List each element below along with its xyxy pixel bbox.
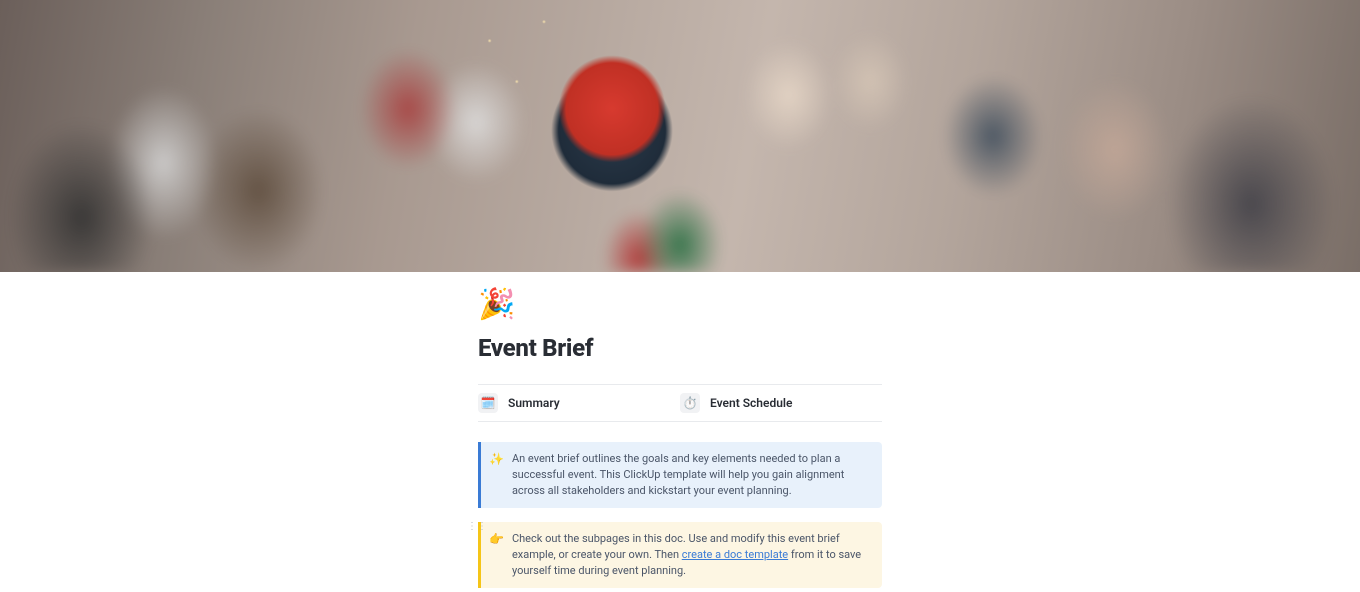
sparkles-icon: ✨ <box>489 451 504 499</box>
subpage-summary[interactable]: 🗓️ Summary <box>478 393 680 413</box>
calendar-icon: 🗓️ <box>478 393 498 413</box>
page-emoji-icon[interactable]: 🎉 <box>478 290 515 320</box>
tip-callout[interactable]: ⋮⋮ 👉 Check out the subpages in this doc.… <box>478 522 882 588</box>
page-title[interactable]: Event Brief <box>478 334 882 362</box>
subpages-row: 🗓️ Summary ⏱️ Event Schedule <box>478 384 882 422</box>
cover-image <box>0 0 1360 272</box>
clock-icon: ⏱️ <box>680 393 700 413</box>
subpage-event-schedule[interactable]: ⏱️ Event Schedule <box>680 393 882 413</box>
drag-handle-icon[interactable]: ⋮⋮ <box>467 522 487 532</box>
pointing-hand-icon: 👉 <box>489 531 504 579</box>
info-callout-text: An event brief outlines the goals and ke… <box>512 451 872 499</box>
create-doc-template-link[interactable]: create a doc template <box>682 548 788 561</box>
info-callout[interactable]: ✨ An event brief outlines the goals and … <box>478 442 882 508</box>
tip-callout-text: Check out the subpages in this doc. Use … <box>512 531 872 579</box>
subpage-label: Event Schedule <box>710 396 793 410</box>
document-body: 🎉 Event Brief 🗓️ Summary ⏱️ Event Schedu… <box>478 272 882 588</box>
subpage-label: Summary <box>508 396 560 410</box>
